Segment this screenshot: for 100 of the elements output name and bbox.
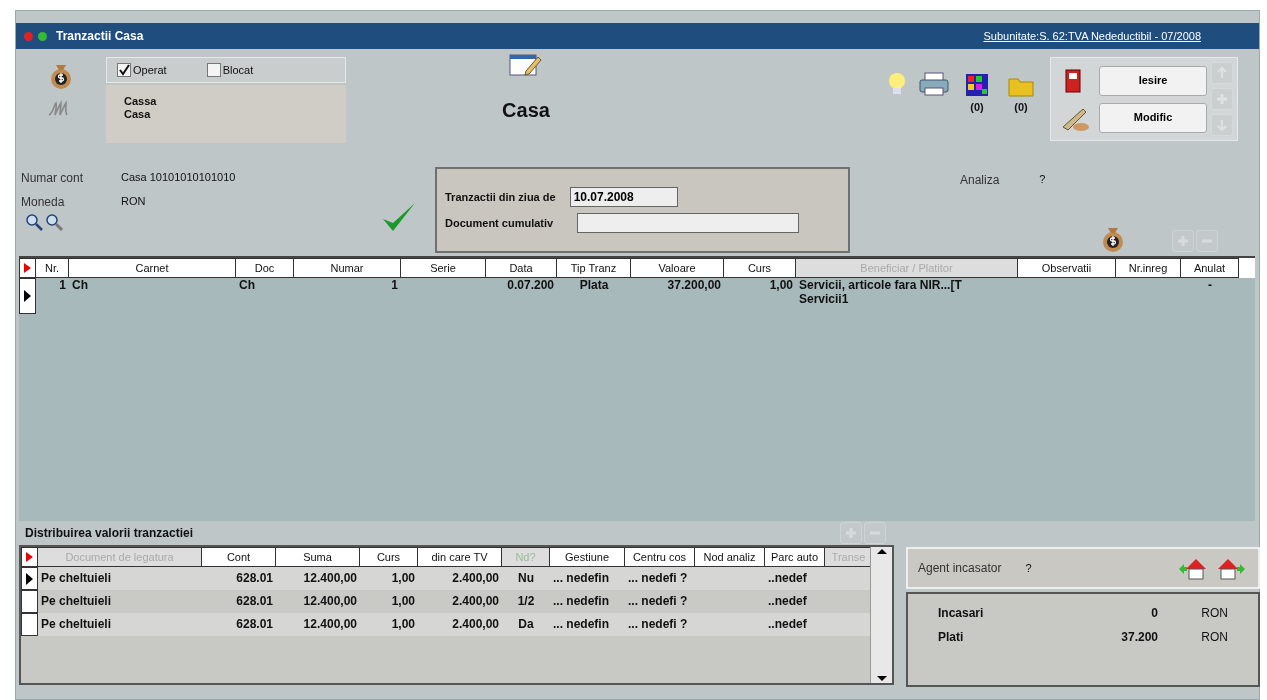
column-header[interactable]: Data bbox=[486, 258, 557, 278]
table-cell-text: ... nedefi ? bbox=[627, 570, 689, 587]
column-header[interactable]: Nr.inreg bbox=[1116, 258, 1181, 278]
field-value: Casa 10101010101010 bbox=[121, 170, 237, 185]
column-header[interactable]: din care TV bbox=[418, 547, 502, 567]
checkbox[interactable]: Operat bbox=[117, 61, 167, 79]
row-indicator[interactable] bbox=[19, 278, 36, 314]
table-cell-text: 628.01 bbox=[235, 593, 274, 610]
table-cell-text: ... nedefin bbox=[552, 616, 610, 633]
table-cell-text: 12.400,00 bbox=[302, 593, 358, 610]
currency-label: RON bbox=[1200, 605, 1228, 622]
table-cell-text: Servicii, articole fara NIR...[T Servicii1 bbox=[798, 278, 963, 308]
table-cell-text: 12.400,00 bbox=[302, 616, 358, 633]
checkbox[interactable]: Blocat bbox=[206, 61, 254, 79]
analysis-label: Analiza bbox=[960, 172, 1000, 189]
column-header[interactable]: Suma bbox=[276, 547, 360, 567]
table-cell-text: 2.400,00 bbox=[451, 616, 500, 633]
table-cell-text: - bbox=[1207, 278, 1213, 294]
scroll-up-arrow-icon[interactable] bbox=[876, 547, 887, 555]
column-header[interactable]: Nr. bbox=[36, 258, 69, 278]
total-amount: 0 bbox=[1150, 605, 1158, 622]
table-cell-text: Nu bbox=[517, 570, 535, 587]
scroll-down-arrow-icon[interactable] bbox=[876, 675, 887, 683]
filter-label: Tranzactii din ziua de bbox=[445, 189, 556, 205]
column-header[interactable]: Gestiune bbox=[550, 547, 625, 567]
current-row-icon bbox=[26, 572, 33, 585]
column-header[interactable]: Curs bbox=[360, 547, 418, 567]
column-header[interactable]: Nod analiz bbox=[695, 547, 765, 567]
table-cell-text: 1,00 bbox=[768, 278, 794, 294]
table-cell-text: 2.400,00 bbox=[451, 570, 500, 587]
table-cell-text: 1 bbox=[390, 278, 399, 294]
total-amount: 37.200 bbox=[1120, 629, 1158, 646]
currency-label: RON bbox=[1200, 629, 1228, 646]
column-header[interactable]: Curs bbox=[724, 258, 796, 278]
table-cell-text: Ch bbox=[238, 278, 256, 294]
exit-button[interactable]: Iesire bbox=[1099, 65, 1207, 96]
table-cell-text: Pe cheltuieli bbox=[40, 616, 113, 633]
analysis-value: ? bbox=[1039, 172, 1046, 187]
row-indicator[interactable] bbox=[21, 590, 38, 613]
column-header[interactable]: Centru cos bbox=[625, 547, 695, 567]
column-header[interactable]: Carnet bbox=[69, 258, 236, 278]
indicator-icon bbox=[24, 263, 31, 273]
table-cell-text: Pe cheltuieli bbox=[40, 593, 113, 610]
column-header[interactable]: Valoare bbox=[631, 258, 724, 278]
row-indicator[interactable] bbox=[21, 613, 38, 636]
counter-label: (0) bbox=[1014, 100, 1028, 115]
register-name: Casa bbox=[124, 108, 152, 122]
printer-icon[interactable] bbox=[918, 71, 950, 97]
column-header[interactable]: Tip Tranz bbox=[557, 258, 631, 278]
field-label: Numar cont bbox=[21, 170, 85, 187]
table-cell-text: Pe cheltuieli bbox=[40, 570, 113, 587]
field-label: Moneda bbox=[21, 194, 66, 211]
checkmark-icon bbox=[118, 64, 130, 76]
table-cell-text: ... nedefi ? bbox=[627, 616, 689, 633]
column-header[interactable]: Serie bbox=[401, 258, 486, 278]
table-cell-text: 1,00 bbox=[390, 570, 416, 587]
scrollbar[interactable] bbox=[870, 547, 892, 683]
section-title: Distribuirea valorii tranzactiei bbox=[25, 525, 194, 542]
table-cell-text: ... nedefi ? bbox=[627, 593, 689, 610]
column-header[interactable]: Observatii bbox=[1018, 258, 1116, 278]
table-cell-text: 1,00 bbox=[390, 593, 416, 610]
date-field[interactable]: 10.07.2008 bbox=[569, 187, 678, 207]
column-header[interactable]: Anulat bbox=[1181, 258, 1239, 278]
table-cell-text: 1/2 bbox=[516, 593, 536, 610]
table-cell-text: ..nedef bbox=[767, 593, 808, 610]
column-header[interactable]: Cont bbox=[202, 547, 276, 567]
total-label: Incasari bbox=[938, 605, 985, 622]
table-cell-text: Ch bbox=[71, 278, 89, 294]
column-header[interactable]: Numar bbox=[294, 258, 401, 278]
checkmark-icon bbox=[381, 201, 417, 233]
table-cell-text: 2.400,00 bbox=[451, 593, 500, 610]
edit-button[interactable]: Modific bbox=[1099, 102, 1207, 133]
agent-value: ? bbox=[1025, 560, 1032, 576]
table-cell-text: 37.200,00 bbox=[666, 278, 722, 294]
table-cell-text: 1 bbox=[58, 278, 67, 294]
table-cell-text: 1,00 bbox=[390, 616, 416, 633]
row-indicator[interactable] bbox=[21, 567, 38, 590]
column-header[interactable]: Parc auto bbox=[765, 547, 825, 567]
search-icon[interactable] bbox=[45, 213, 65, 233]
table-cell-text: ... nedefin bbox=[552, 593, 610, 610]
table-cell-text: Da bbox=[517, 616, 535, 633]
close-dot[interactable] bbox=[24, 31, 33, 41]
current-row-icon bbox=[24, 290, 31, 302]
table-cell-text: ..nedef bbox=[767, 616, 808, 633]
total-label: Plati bbox=[938, 629, 965, 646]
cube-icon[interactable] bbox=[963, 71, 991, 97]
minimize-dot[interactable] bbox=[38, 31, 47, 41]
table-cell-text: ... nedefin bbox=[552, 570, 610, 587]
search-icon[interactable] bbox=[25, 213, 43, 231]
table-cell-text: 628.01 bbox=[235, 616, 274, 633]
table-cell-text: 628.01 bbox=[235, 570, 274, 587]
window-title: Tranzactii Casa bbox=[56, 28, 144, 45]
field-value: RON bbox=[121, 194, 147, 209]
column-header[interactable]: Doc bbox=[236, 258, 294, 278]
context-link[interactable]: Subunitate:S. 62:TVA Nedeductibil - 07/2008 bbox=[983, 27, 1201, 45]
table-cell-text: 12.400,00 bbox=[302, 570, 358, 587]
filter-label: Document cumulativ bbox=[445, 215, 554, 231]
cumulative-field[interactable] bbox=[577, 213, 800, 233]
table-cell-text: ..nedef bbox=[767, 570, 808, 587]
table-cell-text: Plata bbox=[578, 278, 610, 294]
